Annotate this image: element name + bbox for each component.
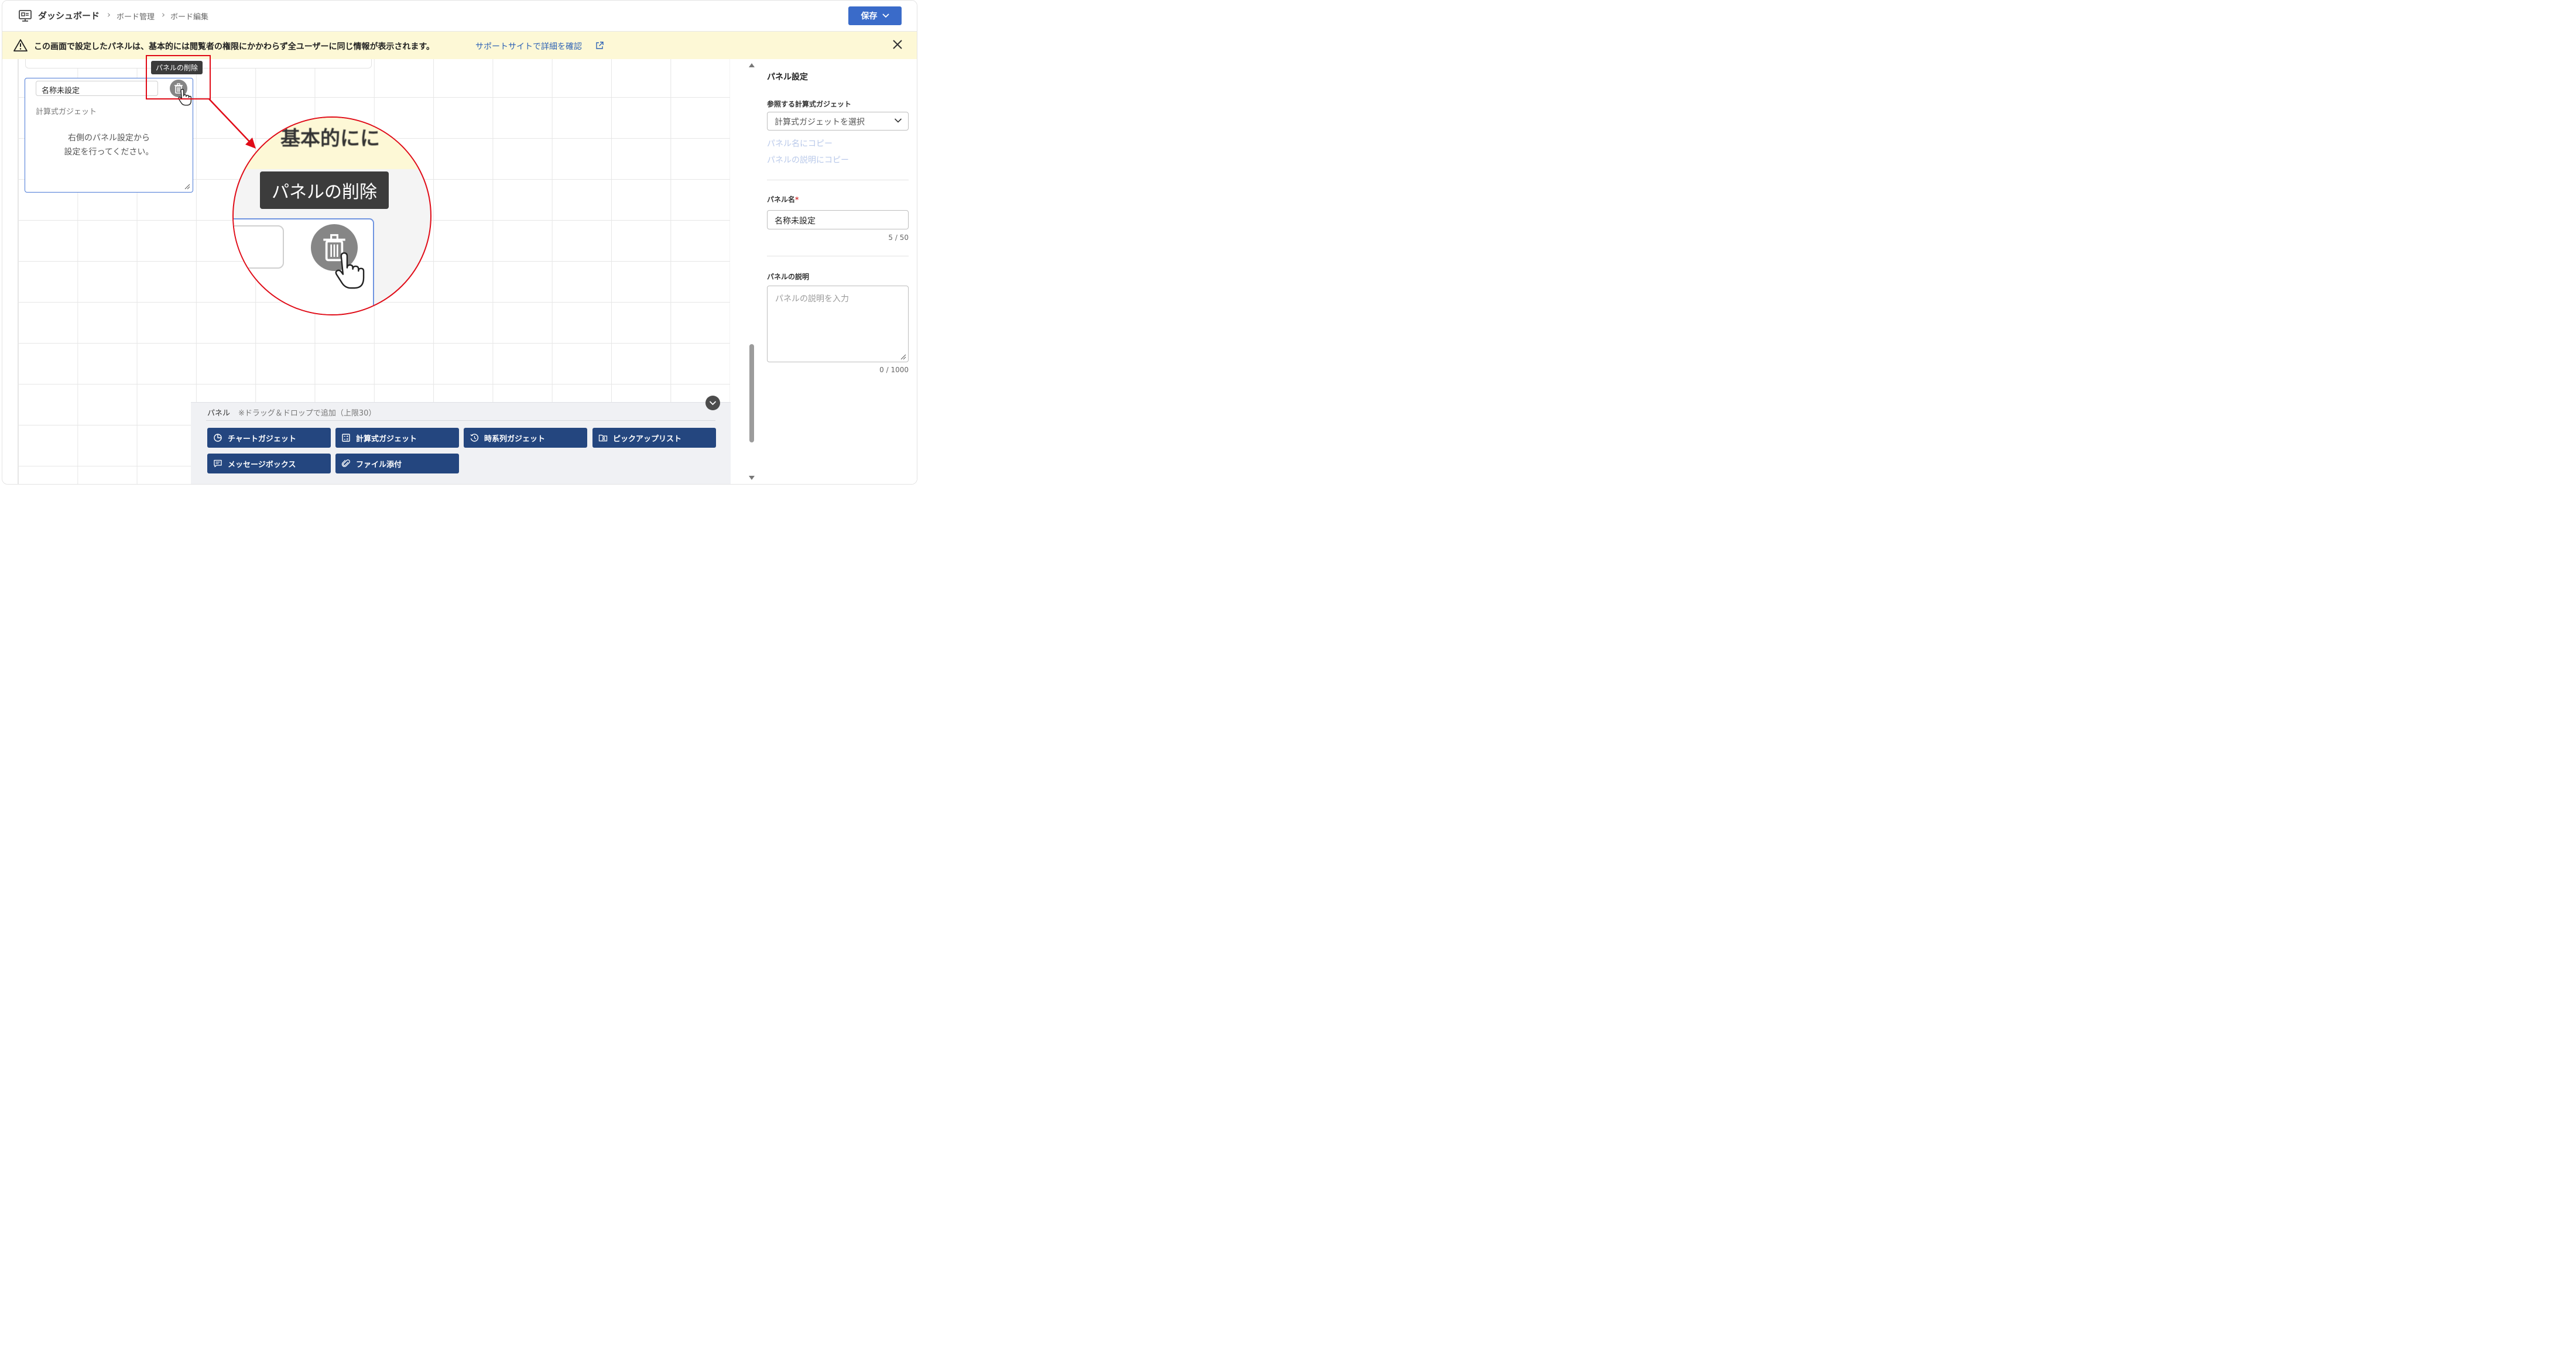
- zoom-magnifier: 基本的にに パネルの削除: [232, 116, 431, 315]
- gadget-select[interactable]: 計算式ガジェットを選択: [767, 112, 909, 131]
- canvas-scrollbar[interactable]: [747, 59, 756, 484]
- panel-name-label: パネル名*: [767, 194, 799, 204]
- notice-text: この画面で設定したパネルは、基本的には閲覧者の権限にかかわらず全ユーザーに同じ情…: [34, 42, 435, 52]
- breadcrumb-dashboard[interactable]: ダッシュボード: [38, 9, 100, 22]
- scroll-thumb[interactable]: [749, 344, 754, 442]
- resize-handle-icon[interactable]: [900, 354, 906, 360]
- palette-title: パネル: [207, 409, 231, 418]
- timeseries-gadget-label: 時系列ガジェット: [484, 434, 546, 444]
- gadget-select-label: 参照する計算式ガジェット: [767, 100, 852, 108]
- pie-chart-icon: [214, 434, 222, 442]
- dashboard-icon: [19, 10, 32, 22]
- header: ダッシュボード › ボード管理 › ボード編集 保存: [2, 1, 917, 32]
- file-attach-button[interactable]: ファイル添付: [335, 454, 459, 473]
- collapse-palette-button[interactable]: [705, 396, 720, 410]
- panel-settings-sidebar: パネル設定 参照する計算式ガジェット 計算式ガジェットを選択 パネル名にコピー …: [756, 59, 917, 484]
- file-attach-label: ファイル添付: [356, 460, 402, 469]
- panel-name-input[interactable]: 名称未設定: [767, 210, 909, 229]
- folder-person-icon: [598, 434, 608, 442]
- copy-to-desc-link[interactable]: パネルの説明にコピー: [767, 154, 849, 166]
- hand-cursor-icon: [335, 252, 365, 289]
- resize-handle-icon[interactable]: [184, 184, 190, 190]
- support-link[interactable]: サポートサイトで詳細を確認: [475, 40, 582, 52]
- scroll-down-icon[interactable]: [748, 475, 755, 480]
- panel-settings-title: パネル設定: [767, 73, 808, 82]
- zoom-delete-tooltip: パネルの削除: [260, 171, 389, 209]
- calc-gadget-button[interactable]: 計算式ガジェット: [335, 428, 459, 448]
- chart-gadget-button[interactable]: チャートガジェット: [207, 428, 331, 448]
- copy-to-name-link[interactable]: パネル名にコピー: [767, 138, 833, 149]
- breadcrumb-board-management[interactable]: ボード管理: [117, 11, 155, 22]
- panel-empty-message: 右側のパネル設定から 設定を行ってください。: [25, 131, 193, 159]
- pickup-list-button[interactable]: ピックアップリスト: [592, 428, 716, 448]
- external-link-icon[interactable]: [595, 42, 604, 50]
- panel-kind-label: 計算式ガジェット: [36, 108, 97, 116]
- chevron-down-icon: [709, 401, 717, 406]
- timeseries-gadget-button[interactable]: 時系列ガジェット: [464, 428, 587, 448]
- zoom-name-field: [234, 225, 284, 269]
- zoom-banner-text: 基本的にに: [280, 127, 380, 150]
- message-icon: [214, 459, 222, 468]
- panel-name-label-text: パネル名: [767, 195, 796, 204]
- panel-empty-line-1: 右側のパネル設定から: [68, 133, 150, 143]
- required-mark: *: [795, 195, 799, 204]
- chevron-right-icon: ›: [107, 9, 111, 20]
- panel-name-field[interactable]: 名称未設定: [36, 81, 158, 96]
- close-icon[interactable]: [892, 39, 903, 50]
- pickup-list-label: ピックアップリスト: [613, 434, 682, 444]
- chevron-right-icon: ›: [162, 9, 165, 20]
- message-box-button[interactable]: メッセージボックス: [207, 454, 331, 473]
- highlight-box: [146, 55, 211, 99]
- palette-divider: [206, 420, 715, 421]
- panel-desc-placeholder: パネルの説明を入力: [775, 294, 849, 304]
- notice-bar: この画面で設定したパネルは、基本的には閲覧者の権限にかかわらず全ユーザーに同じ情…: [2, 32, 917, 59]
- warning-icon: [13, 39, 28, 52]
- zoom-banner: 基本的にに: [234, 118, 430, 169]
- save-button[interactable]: 保存: [848, 6, 902, 25]
- panel-desc-textarea[interactable]: パネルの説明を入力: [767, 286, 909, 362]
- paperclip-icon: [341, 459, 350, 467]
- panel-palette: パネル ※ドラッグ＆ドロップで追加（上限30） チャートガジェット 計算式ガジェ…: [191, 402, 731, 484]
- gadget-select-placeholder: 計算式ガジェットを選択: [775, 118, 865, 127]
- panel-desc-counter: 0 / 1000: [879, 366, 909, 374]
- panel-name-counter: 5 / 50: [888, 234, 909, 242]
- scroll-up-icon[interactable]: [748, 63, 755, 68]
- panel-desc-label: パネルの説明: [767, 273, 810, 281]
- chevron-down-icon: [894, 118, 902, 123]
- calculator-icon: [342, 434, 350, 442]
- save-button-label: 保存: [861, 12, 878, 21]
- calc-gadget-label: 計算式ガジェット: [356, 434, 417, 444]
- breadcrumb-board-edit: ボード編集: [170, 13, 209, 22]
- history-icon: [470, 434, 479, 442]
- message-box-label: メッセージボックス: [228, 460, 296, 469]
- chart-gadget-label: チャートガジェット: [228, 434, 296, 444]
- panel-empty-line-2: 設定を行ってください。: [64, 147, 154, 157]
- palette-note: ※ドラッグ＆ドロップで追加（上限30）: [238, 409, 376, 418]
- app-window: ダッシュボード › ボード管理 › ボード編集 保存 この画面で設定したパネルは…: [2, 0, 917, 485]
- chevron-down-icon: [882, 13, 889, 18]
